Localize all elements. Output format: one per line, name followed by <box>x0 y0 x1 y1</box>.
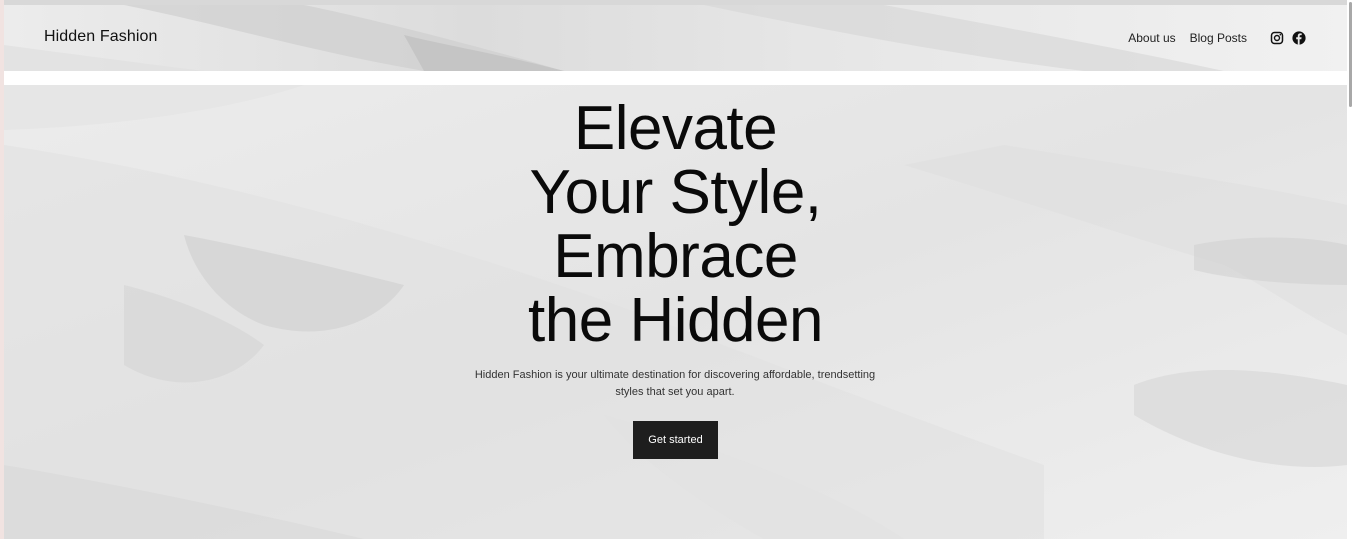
get-started-button[interactable]: Get started <box>633 421 718 459</box>
subtitle-line-1: Hidden Fashion is your ultimate destinat… <box>474 369 876 381</box>
hero-section: Elevate Your Style, Embrace the Hidden H… <box>4 85 1347 539</box>
main-nav: About us Blog Posts <box>1128 5 1347 71</box>
headline-line-2: Your Style, <box>529 158 822 227</box>
nav-blog-posts[interactable]: Blog Posts <box>1190 31 1247 45</box>
header-spacer <box>4 71 1347 85</box>
scrollbar-thumb[interactable] <box>1349 2 1352 107</box>
hero-headline: Elevate Your Style, Embrace the Hidden <box>4 97 1347 353</box>
facebook-icon[interactable] <box>1292 31 1306 45</box>
headline-line-1: Elevate <box>573 94 778 163</box>
instagram-icon[interactable] <box>1270 31 1284 45</box>
nav-about-us[interactable]: About us <box>1128 31 1175 45</box>
headline-line-4: the Hidden <box>528 286 823 355</box>
headline-line-3: Embrace <box>553 222 798 291</box>
social-links <box>1270 31 1306 45</box>
subtitle-line-2: styles that set you apart. <box>615 386 735 398</box>
site-header: Hidden Fashion About us Blog Posts <box>4 5 1347 71</box>
page: Hidden Fashion About us Blog Posts Eleva… <box>0 0 1353 539</box>
hero-subtitle: Hidden Fashion is your ultimate destinat… <box>455 367 895 401</box>
brand-logo-text[interactable]: Hidden Fashion <box>44 28 157 46</box>
